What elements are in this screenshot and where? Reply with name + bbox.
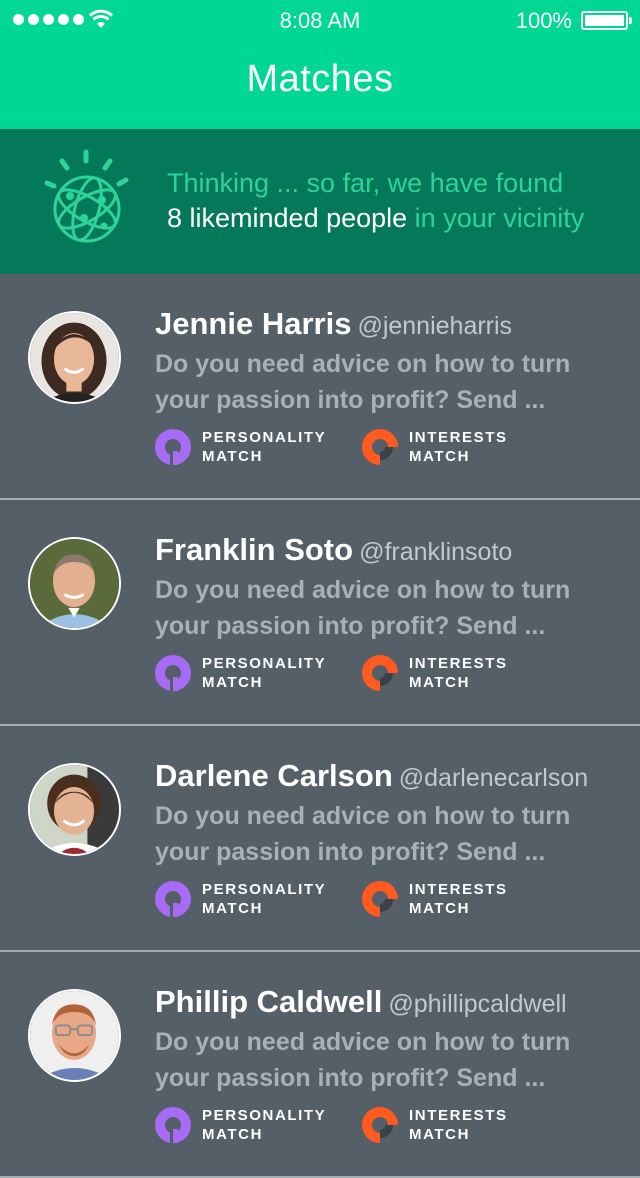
interests-match-label: INTERESTS MATCH [409,881,508,917]
match-list: Jennie Harris @jennieharris Do you need a… [0,274,640,1178]
avatar[interactable] [28,537,121,630]
avatar[interactable] [28,311,121,404]
personality-match-icon [155,881,191,917]
person-name[interactable]: Darlene Carlson [155,758,393,793]
user-handle[interactable]: @jennieharris [357,312,512,340]
person-name[interactable]: Phillip Caldwell [155,984,382,1019]
name-line: Franklin Soto @franklinsoto [155,532,512,568]
name-line: Darlene Carlson @darlenecarlson [155,758,588,794]
personality-match-icon [155,429,191,465]
watson-globe-icon [44,149,129,243]
personality-match-icon [155,1107,191,1143]
interests-match-label: INTERESTS MATCH [409,655,508,691]
interests-match-badge: INTERESTS MATCH [362,880,549,918]
match-card[interactable]: Franklin Soto @franklinsoto Do you need a… [0,500,640,726]
interests-match-icon [362,655,398,691]
personality-match-label: PERSONALITY MATCH [202,655,327,691]
interests-match-label: INTERESTS MATCH [409,429,508,465]
message-preview: Do you need advice on how to turn your p… [155,576,571,640]
person-name[interactable]: Franklin Soto [155,532,353,567]
name-line: Jennie Harris @jennieharris [155,306,512,342]
personality-match-icon [155,655,191,691]
name-line: Phillip Caldwell @phillipcaldwell [155,984,567,1020]
interests-match-badge: INTERESTS MATCH [362,428,549,466]
interests-match-badge: INTERESTS MATCH [362,1106,549,1144]
user-handle[interactable]: @phillipcaldwell [388,990,566,1018]
user-handle[interactable]: @darlenecarlson [399,764,588,792]
interests-match-icon [362,1107,398,1143]
banner-count: 8 likeminded people [167,203,408,233]
person-name[interactable]: Jennie Harris [155,306,351,341]
personality-match-badge: PERSONALITY MATCH [155,1106,342,1144]
banner-vicinity: in your vicinity [407,203,585,233]
interests-match-badge: INTERESTS MATCH [362,654,549,692]
message-preview: Do you need advice on how to turn your p… [155,802,571,866]
interests-match-icon [362,429,398,465]
interests-match-icon [362,881,398,917]
battery-icon [581,11,632,30]
interests-match-label: INTERESTS MATCH [409,1107,508,1143]
match-card[interactable]: Phillip Caldwell @phillipcaldwell Do you … [0,952,640,1178]
personality-match-badge: PERSONALITY MATCH [155,880,342,918]
header: 8:08 AM 100% Matches [0,0,640,129]
personality-match-badge: PERSONALITY MATCH [155,654,342,692]
message-preview: Do you need advice on how to turn your p… [155,1028,571,1092]
personality-match-label: PERSONALITY MATCH [202,1107,327,1143]
match-card[interactable]: Jennie Harris @jennieharris Do you need a… [0,274,640,500]
banner-count-text: 8 likeminded people in your vicinity [167,203,584,234]
page-title: Matches [246,58,394,100]
status-bar: 8:08 AM 100% [0,0,640,40]
avatar[interactable] [28,763,121,856]
personality-match-badge: PERSONALITY MATCH [155,428,342,466]
battery-percentage: 100% [515,8,572,33]
avatar[interactable] [28,989,121,1082]
match-card[interactable]: Darlene Carlson @darlenecarlson Do you ne… [0,726,640,952]
personality-match-label: PERSONALITY MATCH [202,429,327,465]
personality-match-label: PERSONALITY MATCH [202,881,327,917]
message-preview: Do you need advice on how to turn your p… [155,350,571,414]
banner-status-text: Thinking ... so far, we have found [167,168,564,198]
user-handle[interactable]: @franklinsoto [359,538,512,566]
